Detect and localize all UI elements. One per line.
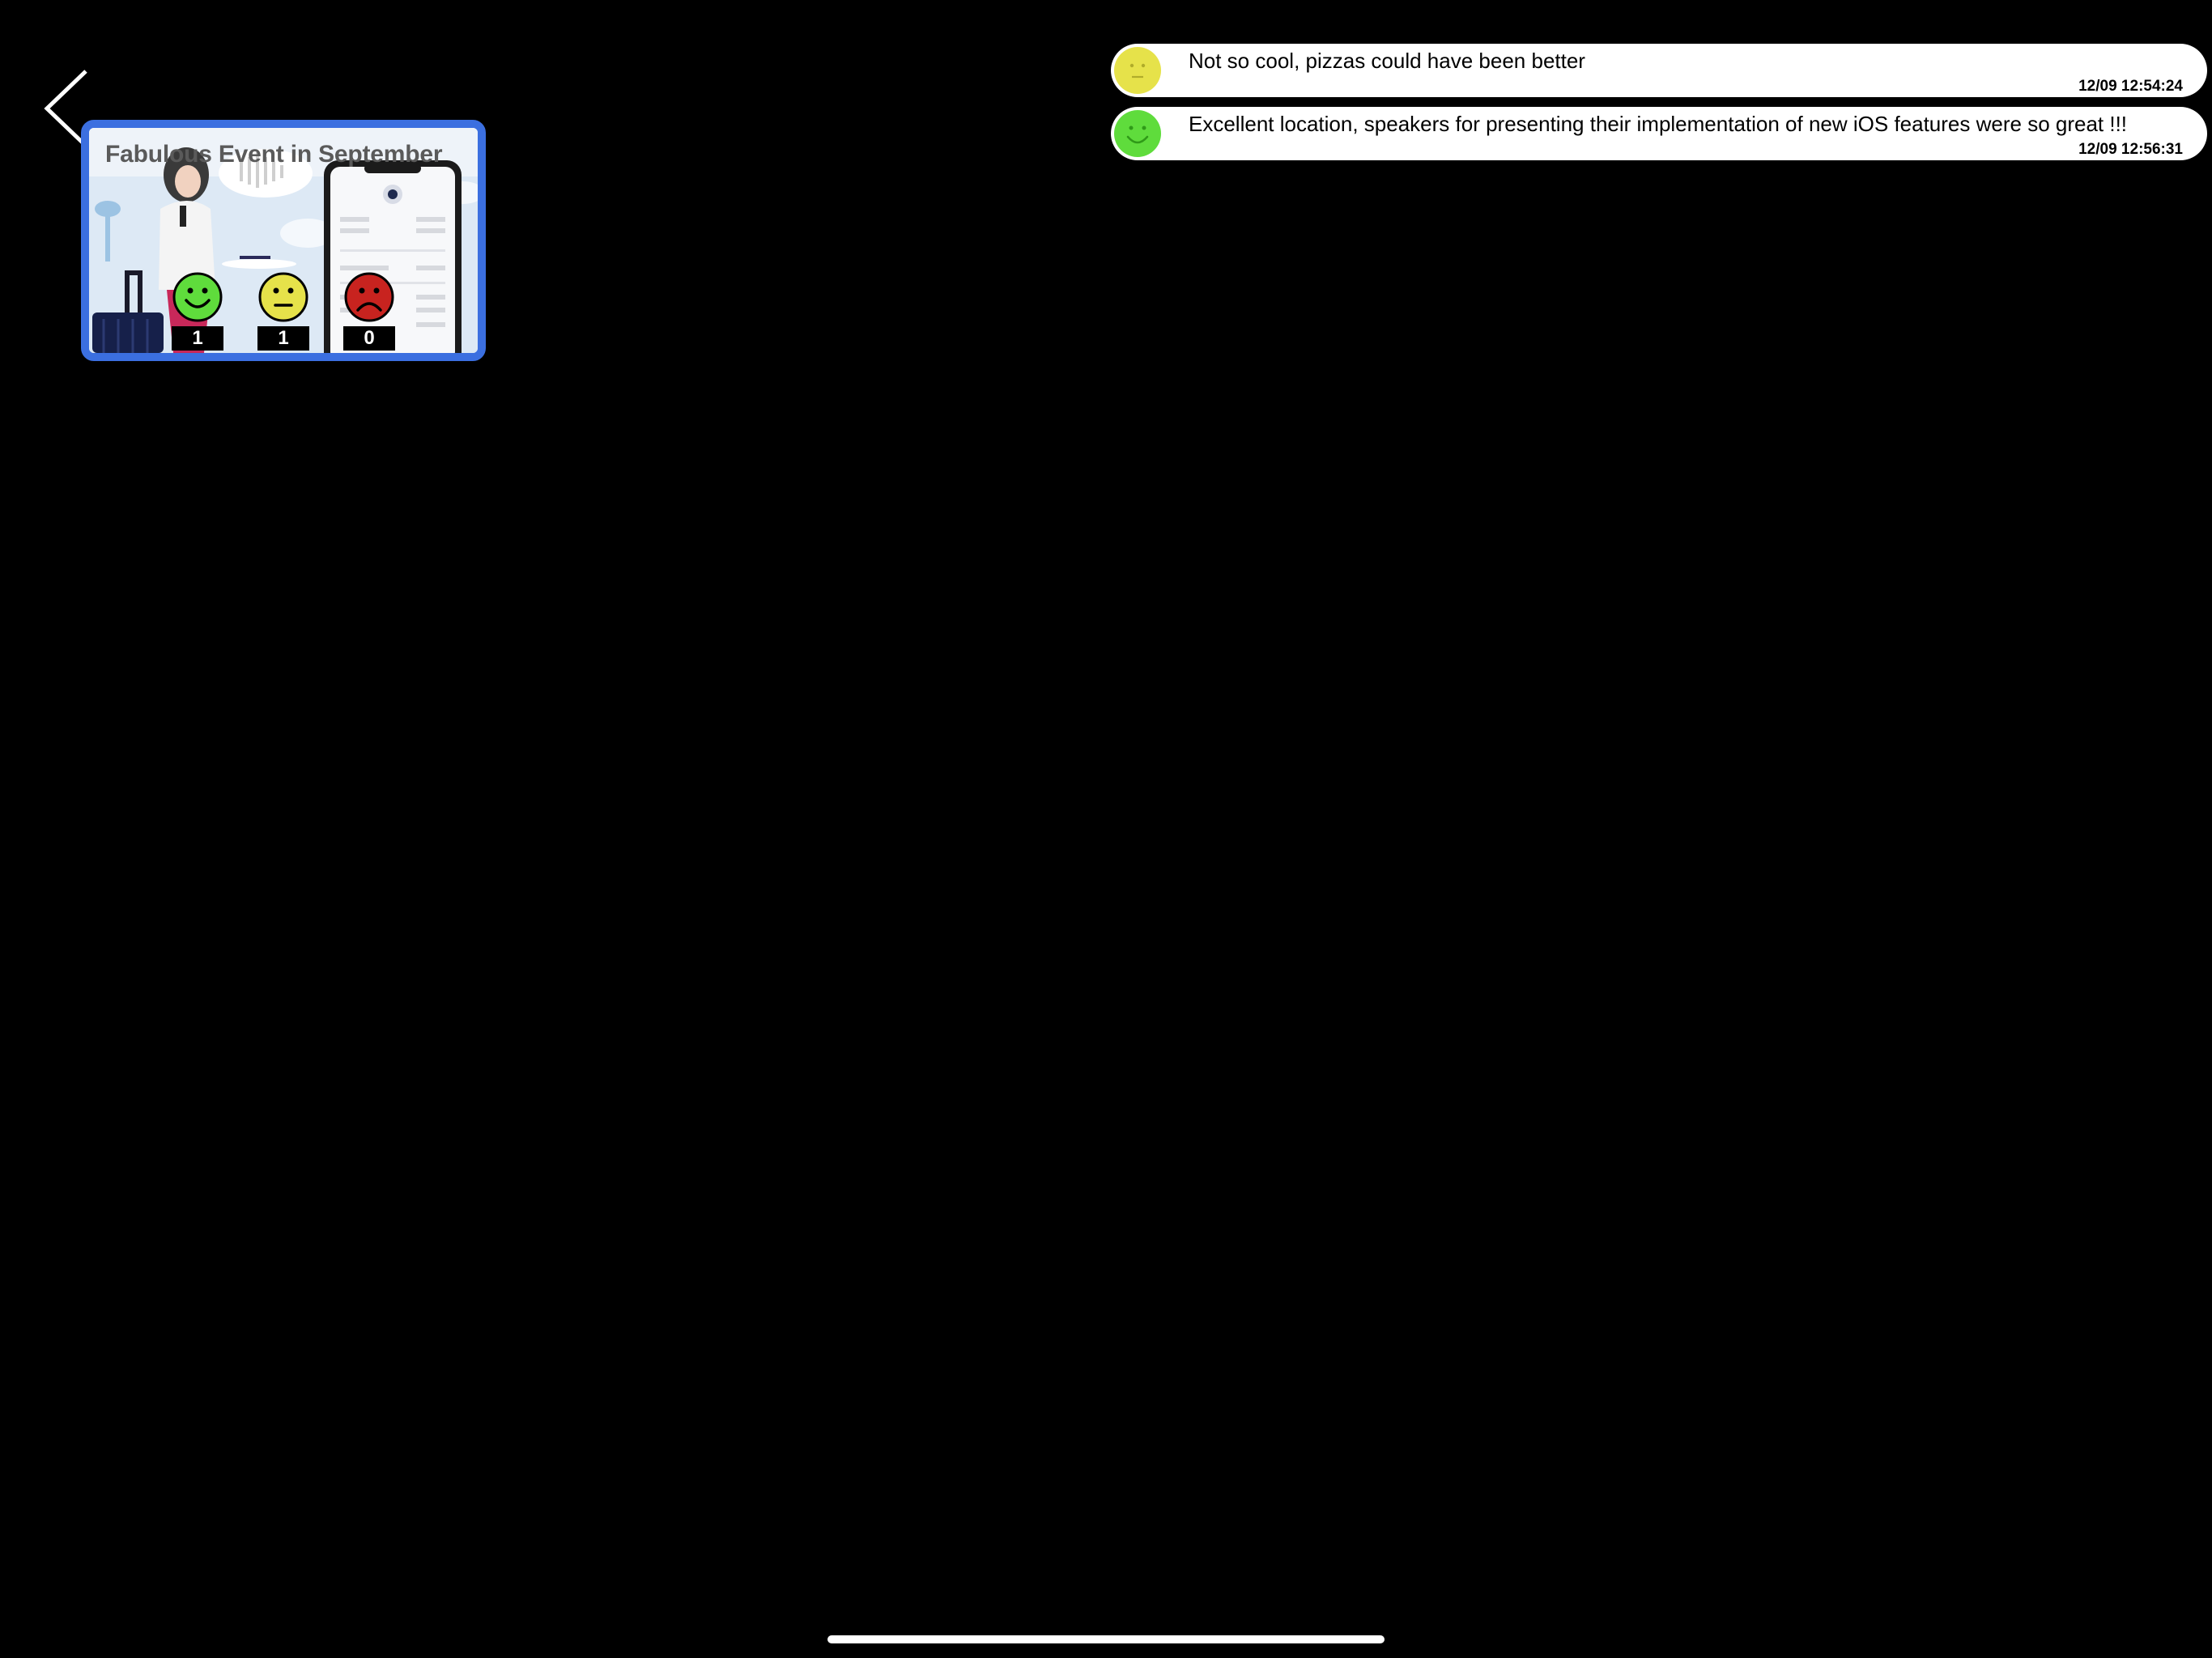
rating-neutral[interactable]: 1 <box>255 271 312 351</box>
comment-mood-avatar <box>1113 46 1162 95</box>
comment-text: Excellent location, speakers for present… <box>1189 112 2128 136</box>
comment-text: Not so cool, pizzas could have been bett… <box>1189 49 1585 73</box>
comment-mood-avatar <box>1113 109 1162 158</box>
happy-face-icon <box>1114 110 1161 157</box>
rating-sad[interactable]: 0 <box>341 271 398 351</box>
happy-face-icon <box>172 272 223 322</box>
rating-happy[interactable]: 1 <box>169 271 226 351</box>
neutral-face-icon <box>1114 47 1161 94</box>
comment-item[interactable]: Excellent location, speakers for present… <box>1111 107 2207 160</box>
neutral-face-icon <box>258 272 308 322</box>
comment-timestamp: 12/09 12:56:31 <box>2078 141 2183 158</box>
comment-timestamp: 12/09 12:54:24 <box>2078 78 2183 95</box>
rating-neutral-count: 1 <box>257 326 309 351</box>
feedback-screen: Fabulous Event in September 1 1 0 Not so… <box>0 0 2212 1658</box>
rating-happy-count: 1 <box>172 326 223 351</box>
rating-sad-count: 0 <box>343 326 395 351</box>
comment-item[interactable]: Not so cool, pizzas could have been bett… <box>1111 44 2207 97</box>
event-card[interactable]: Fabulous Event in September 1 1 0 <box>81 120 486 361</box>
sad-face-icon <box>344 272 394 322</box>
home-indicator[interactable] <box>827 1635 1385 1643</box>
event-title: Fabulous Event in September <box>105 141 443 168</box>
comments-list: Not so cool, pizzas could have been bett… <box>1111 44 2207 170</box>
